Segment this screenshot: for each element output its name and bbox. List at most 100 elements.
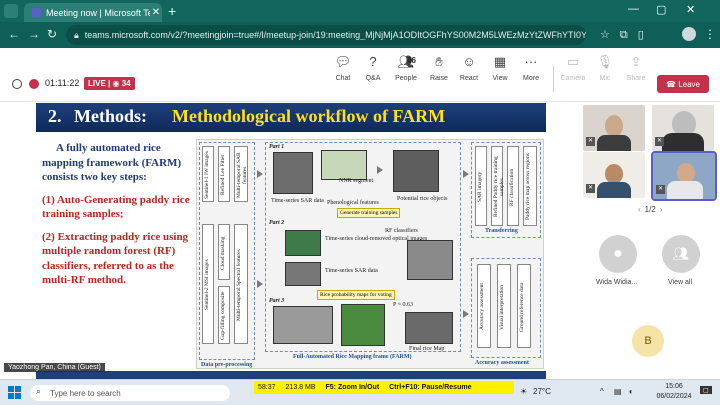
nnr-label: NNR segment xyxy=(339,178,374,184)
windows-start-icon[interactable] xyxy=(8,386,21,399)
people-button[interactable]: 👥︎ 46 People xyxy=(389,54,423,82)
sidebar-icon[interactable]: ▯ xyxy=(638,29,644,41)
more-button[interactable]: ··· More xyxy=(514,54,548,82)
potential-label: Potential rice objects xyxy=(397,196,448,202)
chevron-left-icon[interactable]: ‹ xyxy=(638,205,641,214)
tab-actions-icon[interactable] xyxy=(4,4,18,18)
cloud-masking-box: Cloud masking xyxy=(218,224,230,280)
gapfill-box: Gap-filling composite xyxy=(218,286,230,344)
url-text: teams.microsoft.com/v2/?meetingjoin=true… xyxy=(84,30,586,40)
optical-stack-thumbnail xyxy=(285,230,321,256)
view-all-button[interactable]: 👥︎ xyxy=(662,235,700,273)
temperature: 27°C xyxy=(533,387,551,396)
taskbar-search[interactable]: ⌕ Type here to search xyxy=(30,385,230,401)
lock-icon: 🔒︎ xyxy=(74,29,79,40)
probability-stack-thumbnail xyxy=(407,240,453,280)
live-label: LIVE xyxy=(88,79,106,88)
prob-maps-tag: Rice probability maps for voting xyxy=(317,290,395,300)
reload-icon[interactable]: ↻ xyxy=(47,27,57,41)
chat-button[interactable]: 💬︎ Chat xyxy=(326,54,360,82)
window-close-button[interactable]: ✕ xyxy=(686,3,695,16)
accuracy-caption: Accuracy assessment xyxy=(475,360,529,366)
notification-icon[interactable]: ◻ xyxy=(700,386,712,394)
chevron-right-icon[interactable]: › xyxy=(660,205,663,214)
new-tab-button[interactable]: + xyxy=(168,3,176,19)
participant-video-tile[interactable]: ✕ xyxy=(652,105,714,151)
taskbar-clock[interactable]: 15:06 06/02/2024 xyxy=(652,382,696,402)
meeting-toolbar: 01:11:22 LIVE | ◉ 34 💬︎ Chat ? Q&A 👥︎ 46 Peo… xyxy=(0,48,720,102)
maximize-button[interactable]: ▢ xyxy=(656,3,666,16)
preprocessing-caption: Data pre-processing xyxy=(201,362,253,368)
profile-avatar[interactable] xyxy=(682,27,696,41)
teams-favicon-icon xyxy=(32,8,41,17)
nnr-chart-thumbnail xyxy=(321,150,367,180)
workflow-diagram: Sentinel-1 IW images Refined Lee Filter … xyxy=(196,139,544,369)
share-button[interactable]: ⇪ Share xyxy=(619,54,653,82)
s1-images-box: Sentinel-1 IW images xyxy=(202,146,214,202)
qa-button[interactable]: ? Q&A xyxy=(356,54,390,82)
self-avatar[interactable]: B xyxy=(632,325,664,357)
address-bar[interactable]: 🔒︎ teams.microsoft.com/v2/?meetingjoin=t… xyxy=(66,25,586,45)
participant-video-tile-speaking[interactable]: ✕ xyxy=(651,151,717,201)
network-icon[interactable]: ▤ xyxy=(614,387,622,396)
minimize-button[interactable]: — xyxy=(628,3,639,15)
react-button[interactable]: ☺ React xyxy=(452,54,486,82)
visual-box: Visual interpretation xyxy=(497,264,511,348)
view-icon: ▦ xyxy=(493,54,507,69)
farm-caption: Full-Automated Rice Mapping frame (FARM) xyxy=(293,354,412,360)
meeting-timer: 01:11:22 xyxy=(45,78,80,88)
sar-image-thumbnail xyxy=(273,152,313,194)
share-icon: ⇪ xyxy=(630,54,642,69)
leave-button[interactable]: ☎︎ Leave xyxy=(657,75,709,93)
part-3-label: Part 3 xyxy=(269,298,285,304)
overlay-time: 58:37 xyxy=(258,384,276,391)
mic-button[interactable]: 🎙︎ Mic xyxy=(588,54,622,82)
react-icon: ☺ xyxy=(462,54,476,69)
raise-hand-icon: ✋︎ xyxy=(435,54,443,69)
arrow-right-icon xyxy=(257,280,263,288)
gallery-pager: ‹ 1/2 › xyxy=(634,205,666,214)
participant-video-tile[interactable]: ✕ xyxy=(583,152,645,198)
arrow-right-icon xyxy=(257,170,263,178)
presenter-name-label: Yaozhong Pan, China (Guest) xyxy=(4,363,105,372)
multi-sar-box: Multi-temporal SAR features xyxy=(234,146,248,202)
slide-step-2: (2) Extracting paddy rice using multiple… xyxy=(42,230,189,287)
part-2-label: Part 2 xyxy=(269,220,285,226)
sar-imagery-box: SAR imagery xyxy=(475,146,487,226)
tray-chevron-icon[interactable]: ^ xyxy=(600,387,604,396)
camera-icon: ▭ xyxy=(566,54,580,69)
clock-time: 15:06 xyxy=(665,383,683,390)
voting-cube-thumbnail xyxy=(341,304,385,346)
browser-menu-icon[interactable]: ⋮ xyxy=(704,27,716,41)
extensions-icon[interactable]: ⧉ xyxy=(620,29,628,41)
forward-arrow-icon[interactable]: → xyxy=(28,27,40,41)
raise-hand-button[interactable]: ✋︎ Raise xyxy=(422,54,456,82)
eye-icon: ◉ xyxy=(112,79,120,88)
tab-close-icon[interactable]: ✕ xyxy=(150,7,162,18)
rice-objects-thumbnail xyxy=(393,150,439,192)
browser-tab-meeting[interactable]: Meeting now | Microsoft Te ✕ xyxy=(24,3,162,22)
volume-icon[interactable]: ◖ xyxy=(628,387,633,396)
star-icon[interactable]: ☆ xyxy=(600,29,610,41)
tab-title: Meeting now | Microsoft Te xyxy=(46,7,150,18)
mic-off-icon: ✕ xyxy=(655,137,664,146)
rf-classification-box: RF classification xyxy=(507,146,519,226)
transferring-caption: Transferring xyxy=(485,228,518,234)
s2-images-box: Sentinel-2 MSI images xyxy=(202,224,214,344)
toolbar-divider xyxy=(553,66,554,92)
mic-off-icon: ✕ xyxy=(656,185,665,194)
back-arrow-icon[interactable]: ← xyxy=(8,27,20,41)
participant-video-tile[interactable]: ✕ xyxy=(583,105,645,151)
attendee-name: Wida Widia... xyxy=(596,279,638,286)
chat-icon: 💬︎ xyxy=(334,54,352,69)
refined-samples-box: Refined Paddy rice training samples xyxy=(491,146,505,226)
camera-button[interactable]: ▭ Camera xyxy=(556,54,590,82)
view-button[interactable]: ▦ View xyxy=(483,54,517,82)
attendee-avatar[interactable]: ● xyxy=(599,235,637,273)
recorder-overlay-bar: 58:37 213.8 MB F5: Zoom In/Out Ctrl+F10:… xyxy=(254,381,514,394)
weather-icon[interactable]: ☀ xyxy=(520,387,527,396)
rf-classifiers-label: RF classifiers xyxy=(385,228,418,234)
probability-map-thumbnail xyxy=(273,306,333,344)
person-icon: ● xyxy=(613,245,623,262)
accuracy-box: Accuracy assessment xyxy=(477,264,491,348)
